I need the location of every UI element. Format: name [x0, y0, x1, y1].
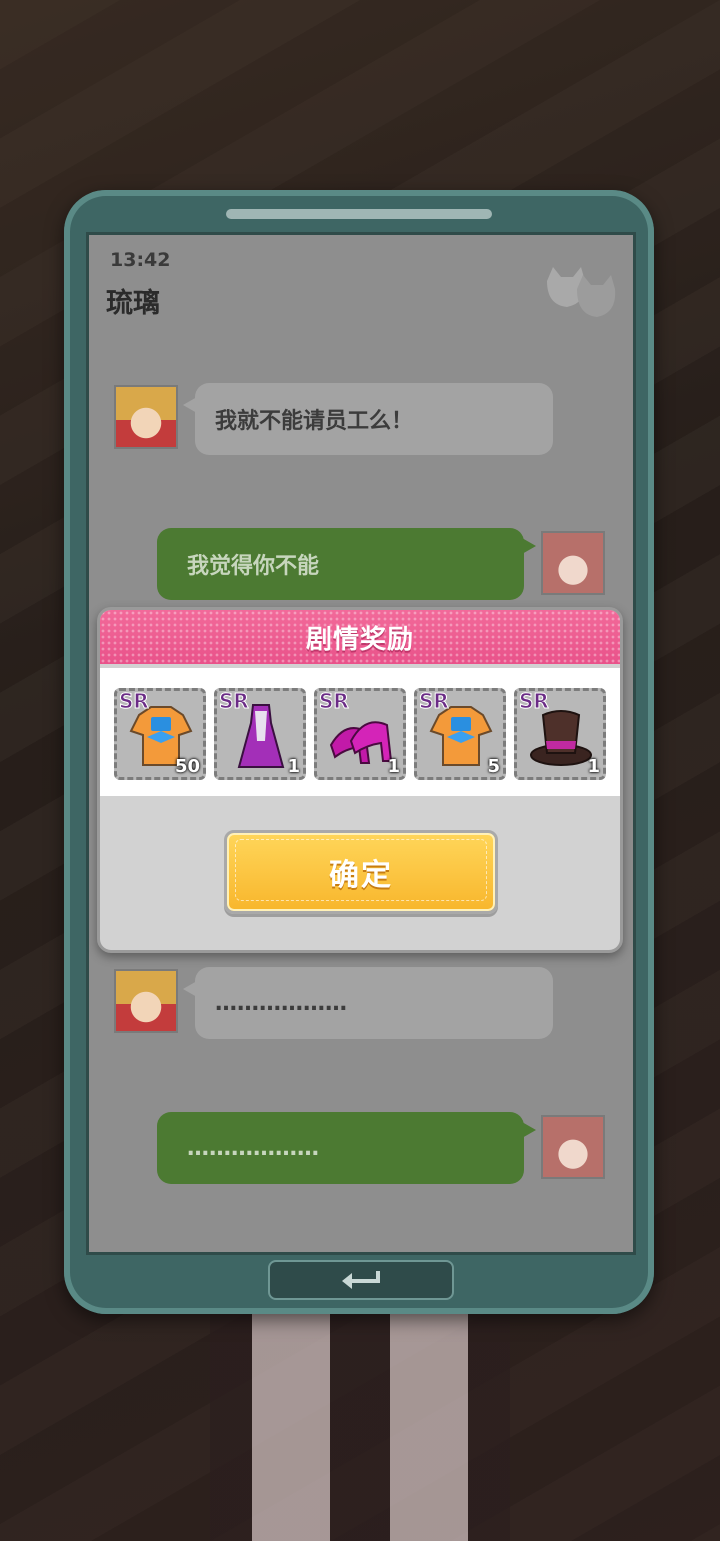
rarity-badge: SR: [119, 689, 150, 714]
item-quantity: 5: [487, 756, 500, 777]
contact-avatar: [114, 969, 178, 1033]
reward-dialog: 剧情奖励 SR 50 SR 1 SR 1 SR 5 SR 1 确定: [97, 607, 623, 953]
character-legs: [210, 1300, 510, 1541]
reward-item[interactable]: SR 5: [414, 688, 506, 780]
reward-item[interactable]: SR 1: [514, 688, 606, 780]
phone-speaker: [226, 209, 492, 219]
item-quantity: 1: [287, 756, 300, 777]
player-avatar: [541, 1115, 605, 1179]
confirm-button[interactable]: 确定: [224, 830, 498, 914]
dialog-header: 剧情奖励: [100, 610, 620, 664]
reward-item[interactable]: SR 50: [114, 688, 206, 780]
contact-name: 琉璃: [106, 288, 160, 319]
clock-time: 13:42: [110, 249, 171, 271]
rarity-badge: SR: [519, 689, 550, 714]
return-arrow-icon: [342, 1271, 380, 1289]
message-bubble-incoming: 我就不能请员工么！: [183, 383, 553, 455]
item-quantity: 1: [387, 756, 400, 777]
item-quantity: 50: [174, 756, 200, 777]
rarity-badge: SR: [319, 689, 350, 714]
cat-logo-icon: [547, 267, 616, 317]
rarity-badge: SR: [219, 689, 250, 714]
back-button[interactable]: [268, 1260, 454, 1300]
message-bubble-outgoing: 我觉得你不能: [157, 528, 536, 600]
reward-items-list: SR 50 SR 1 SR 1 SR 5 SR 1: [100, 668, 620, 796]
reward-item[interactable]: SR 1: [314, 688, 406, 780]
confirm-label: 确定: [329, 858, 393, 893]
player-avatar: [541, 531, 605, 595]
contact-avatar: [114, 385, 178, 449]
item-quantity: 1: [587, 756, 600, 777]
message-bubble-outgoing: ………………: [157, 1112, 536, 1184]
rarity-badge: SR: [419, 689, 450, 714]
dialog-title: 剧情奖励: [305, 624, 414, 655]
message-bubble-incoming: ………………: [183, 967, 553, 1039]
reward-item[interactable]: SR 1: [214, 688, 306, 780]
